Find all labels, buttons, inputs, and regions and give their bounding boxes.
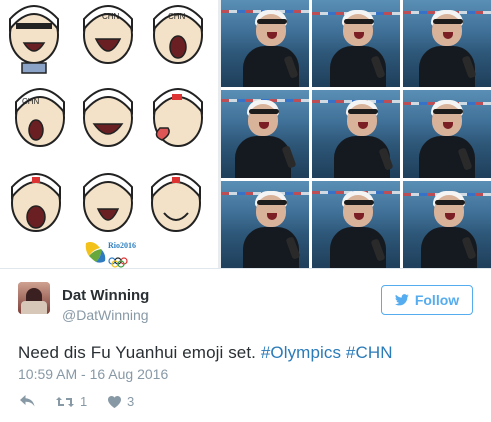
photo-4[interactable] <box>221 90 309 178</box>
like-count: 3 <box>127 394 135 409</box>
photo-5[interactable] <box>312 90 400 178</box>
cartoon-faces: CHN CHN CHN <box>9 5 203 232</box>
heart-icon <box>108 395 121 408</box>
follow-label: Follow <box>414 292 460 308</box>
retweet-count: 1 <box>80 394 88 409</box>
tweet-text-body: Need dis Fu Yuanhui emoji set. <box>18 343 256 362</box>
reply-button[interactable] <box>19 394 41 408</box>
photo-7[interactable] <box>221 180 309 268</box>
display-name[interactable]: Dat Winning <box>62 287 149 304</box>
svg-text:CHN: CHN <box>102 12 120 21</box>
reply-icon <box>20 395 35 407</box>
twitter-bird-icon <box>394 294 409 306</box>
follow-button[interactable]: Follow <box>381 285 473 315</box>
photo-3[interactable] <box>403 0 491 88</box>
svg-text:CHN: CHN <box>168 12 186 21</box>
photo-1[interactable] <box>221 0 309 88</box>
rio2016-logo: Rio2016 <box>82 240 142 268</box>
svg-text:CHN: CHN <box>22 97 40 106</box>
photo-2[interactable] <box>312 0 400 88</box>
tweet-media[interactable]: CHN CHN CHN Rio2016 <box>0 0 491 268</box>
tweet-text: Need dis Fu Yuanhui emoji set. #Olympics… <box>18 343 393 363</box>
retweet-icon <box>56 396 74 407</box>
hashtag-chn[interactable]: #CHN <box>346 343 393 362</box>
photo-6[interactable] <box>403 90 491 178</box>
hashtag-olympics[interactable]: #Olympics <box>261 343 341 362</box>
retweet-button[interactable]: 1 <box>55 394 87 409</box>
rio2016-wordmark: Rio2016 <box>108 241 136 250</box>
like-button[interactable]: 3 <box>107 394 134 409</box>
photo-9[interactable] <box>403 180 491 268</box>
tweet-timestamp[interactable]: 10:59 AM - 16 Aug 2016 <box>18 366 168 382</box>
emoji-illustration[interactable]: CHN CHN CHN Rio2016 <box>0 0 218 268</box>
photo-grid[interactable] <box>221 0 491 268</box>
photo-8[interactable] <box>312 180 400 268</box>
handle[interactable]: @DatWinning <box>62 307 149 323</box>
avatar[interactable] <box>18 282 50 314</box>
